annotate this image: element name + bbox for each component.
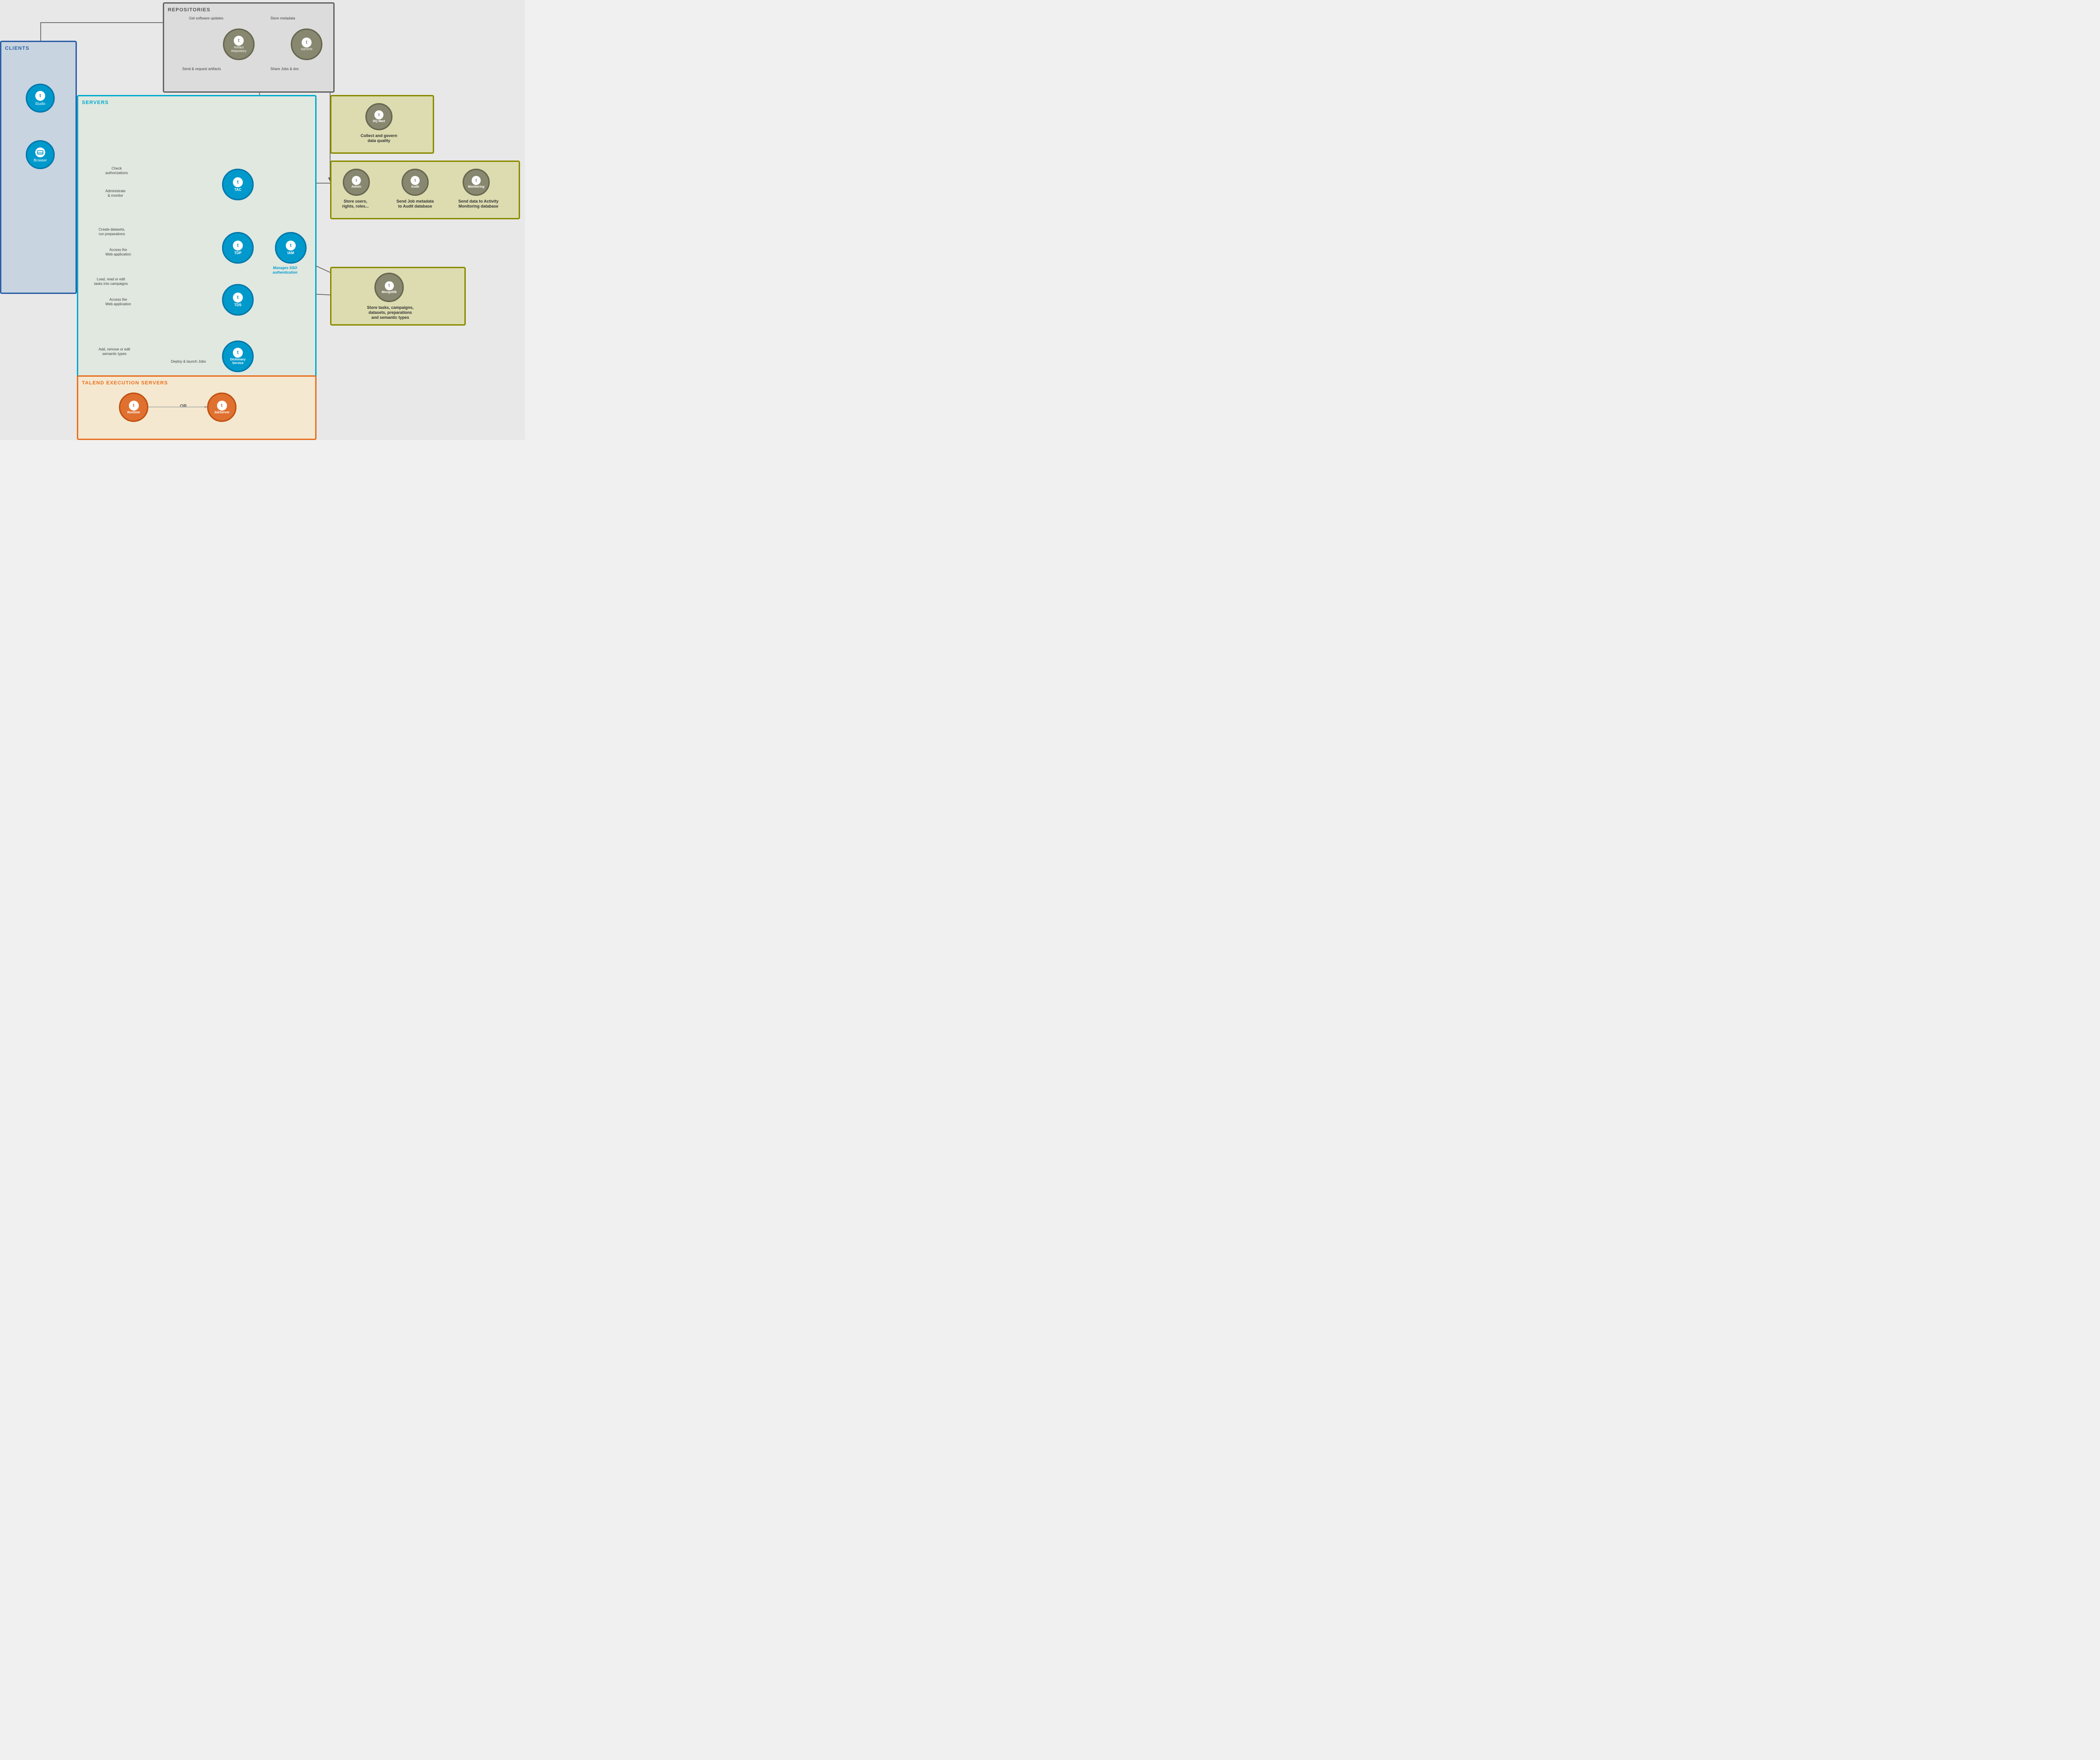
execution-label: TALEND EXECUTION SERVERS [82, 380, 168, 386]
repo-arrow-store: Store metadata [270, 16, 295, 21]
tac-circle: t TAC [222, 169, 254, 200]
mongodb-label: MongoDB [382, 291, 397, 294]
browser-icon-label: Browser [33, 158, 47, 162]
gitsvn-icon-t: t [302, 38, 312, 47]
studio-circle: t Studio [26, 84, 55, 113]
dq-mart-t: t [374, 110, 383, 119]
iam-label: IAM [288, 251, 294, 255]
studio-icon-label: Studio [35, 102, 46, 106]
jobserver-t: t [217, 401, 227, 411]
create-datasets-label: Create datasets,run preparations [99, 227, 125, 237]
browser-icon-t: www [35, 147, 45, 157]
repo-arrow-updates: Get software updates [189, 16, 223, 21]
monitoring-t: t [472, 176, 481, 185]
monitoring-circle: t Monitoring [463, 169, 490, 196]
tds-label: TDS [234, 303, 241, 307]
runtime-t: t [129, 401, 139, 411]
dq-mart-circle: t DQ Mart [365, 103, 393, 130]
mongodb-t: t [385, 281, 394, 290]
execution-servers-box: TALEND EXECUTION SERVERS Deploy & launch… [77, 375, 317, 440]
dq-mart-label: DQ Mart [373, 120, 385, 123]
tdp-label: TDP [234, 251, 241, 255]
deploy-label: Deploy & launch Jobs [171, 360, 206, 364]
administrate-label: Administrate& monitor [105, 189, 125, 199]
mongodb-circle: t MongoDB [374, 273, 404, 302]
iam-icon-t: t [286, 241, 296, 251]
jobserver-circle: t JobServer [207, 393, 236, 422]
studio-icon-t: t [35, 91, 45, 101]
access-web1-label: Access theWeb application [105, 248, 131, 257]
artifact-icon-t: t [234, 36, 244, 46]
dictionary-icon-t: t [233, 348, 243, 358]
admin-circle: t Admin [343, 169, 370, 196]
tac-label: TAC [234, 188, 241, 192]
admin-label: Admin [351, 185, 361, 189]
audit-desc: Send Job metadatato Audit database [390, 199, 440, 209]
dq-mart-desc: Collect and governdata quality [356, 133, 402, 143]
repo-arrow-send: Send & request artifacts [182, 67, 221, 71]
audit-label: Audit [411, 185, 419, 189]
load-tasks-label: Load, read or edittasks into campaigns [94, 277, 128, 287]
runtime-jobserver-line [148, 406, 207, 408]
artifact-circle: t ArtifactRepository [223, 28, 255, 60]
audit-t: t [411, 176, 420, 185]
dictionary-label: DictionaryService [230, 358, 246, 365]
jobserver-label: JobServer [214, 411, 229, 414]
admin-t: t [352, 176, 361, 185]
runtime-label: Runtime [128, 411, 140, 414]
iam-circle: t IAM [275, 232, 307, 264]
dictionary-circle: t DictionaryService [222, 341, 254, 372]
artifact-icon-label: ArtifactRepository [231, 46, 246, 53]
tdp-icon-t: t [233, 241, 243, 251]
sso-label: Manages SSOauthentication [273, 266, 298, 275]
repositories-label: REPOSITORIES [168, 7, 210, 13]
clients-label: CLIENTS [5, 46, 29, 51]
admin-audit-monitoring-box: t Admin Store users,rights, roles... t A… [330, 161, 520, 219]
tac-icon-t: t [233, 177, 243, 187]
check-auth-label: Checkauthorizations [105, 166, 128, 176]
tdp-circle: t TDP [222, 232, 254, 264]
mongodb-box: t MongoDB Store tasks, campaigns,dataset… [330, 267, 466, 326]
servers-label: SERVERS [82, 100, 109, 105]
gitsvn-circle: t Git/SVN [291, 28, 322, 60]
access-web2-label: Access theWeb application [105, 298, 131, 307]
runtime-circle: t Runtime [119, 393, 148, 422]
svg-text:www: www [37, 151, 43, 154]
monitoring-desc: Send data to ActivityMonitoring database [451, 199, 506, 209]
tds-circle: t TDS [222, 284, 254, 316]
repositories-box: REPOSITORIES Get software updates Store … [163, 2, 335, 93]
audit-circle: t Audit [402, 169, 429, 196]
dq-mart-box: t DQ Mart Collect and governdata quality [330, 95, 434, 154]
diagram-container: CLIENTS t Studio www Browser REPOSITORIE… [0, 0, 525, 440]
monitoring-label: Monitoring [468, 185, 484, 189]
tds-icon-t: t [233, 293, 243, 303]
add-semantic-label: Add, remove or editsemantic types [99, 347, 130, 357]
repo-arrow-share: Share Jobs & doc [270, 67, 299, 71]
gitsvn-icon-label: Git/SVN [301, 48, 312, 52]
mongodb-desc: Store tasks, campaigns,datasets, prepara… [350, 305, 431, 320]
admin-desc: Store users,rights, roles... [335, 199, 376, 209]
browser-circle: www Browser [26, 140, 55, 169]
